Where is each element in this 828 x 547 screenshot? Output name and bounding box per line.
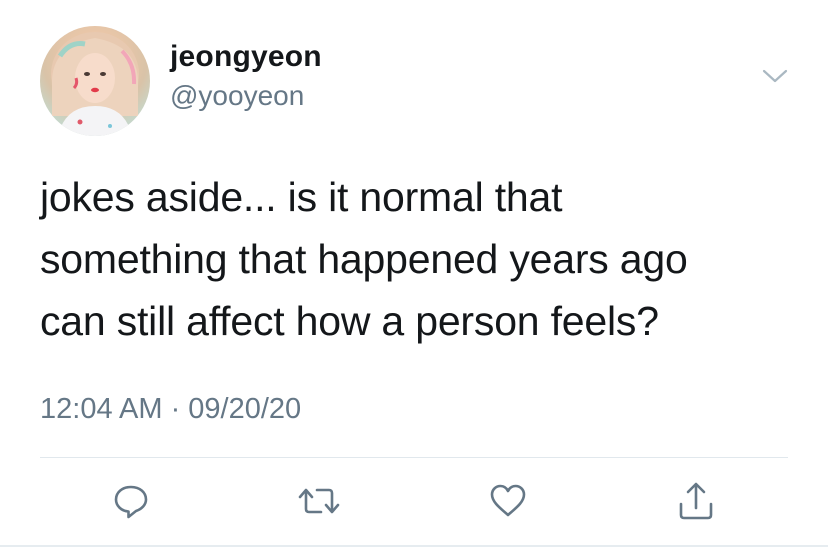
share-icon — [679, 482, 713, 520]
timestamp[interactable]: 12:04 AM · 09/20/20 — [40, 393, 301, 426]
reply-button[interactable] — [108, 478, 154, 524]
tweet-text-line: can still affect how a person feels? — [40, 298, 659, 344]
like-button[interactable] — [485, 478, 531, 524]
chevron-down-icon — [762, 69, 788, 83]
divider — [40, 457, 788, 458]
tweet-menu-button[interactable] — [760, 64, 790, 88]
user-handle[interactable]: @yooyeon — [170, 80, 304, 112]
profile-photo-icon — [51, 32, 139, 136]
reply-icon — [114, 485, 148, 519]
tweet-card: jeongyeon @yooyeon jokes aside... is it … — [0, 0, 828, 547]
display-name[interactable]: jeongyeon — [170, 40, 322, 74]
share-button[interactable] — [673, 478, 719, 524]
retweet-button[interactable] — [296, 478, 342, 524]
tweet-text: jokes aside... is it normal that somethi… — [40, 166, 800, 352]
heart-icon — [490, 484, 526, 517]
avatar[interactable] — [40, 26, 150, 136]
tweet-text-line: jokes aside... is it normal that — [40, 174, 563, 220]
tweet-text-line: something that happened years ago — [40, 236, 688, 282]
retweet-icon — [298, 488, 340, 514]
